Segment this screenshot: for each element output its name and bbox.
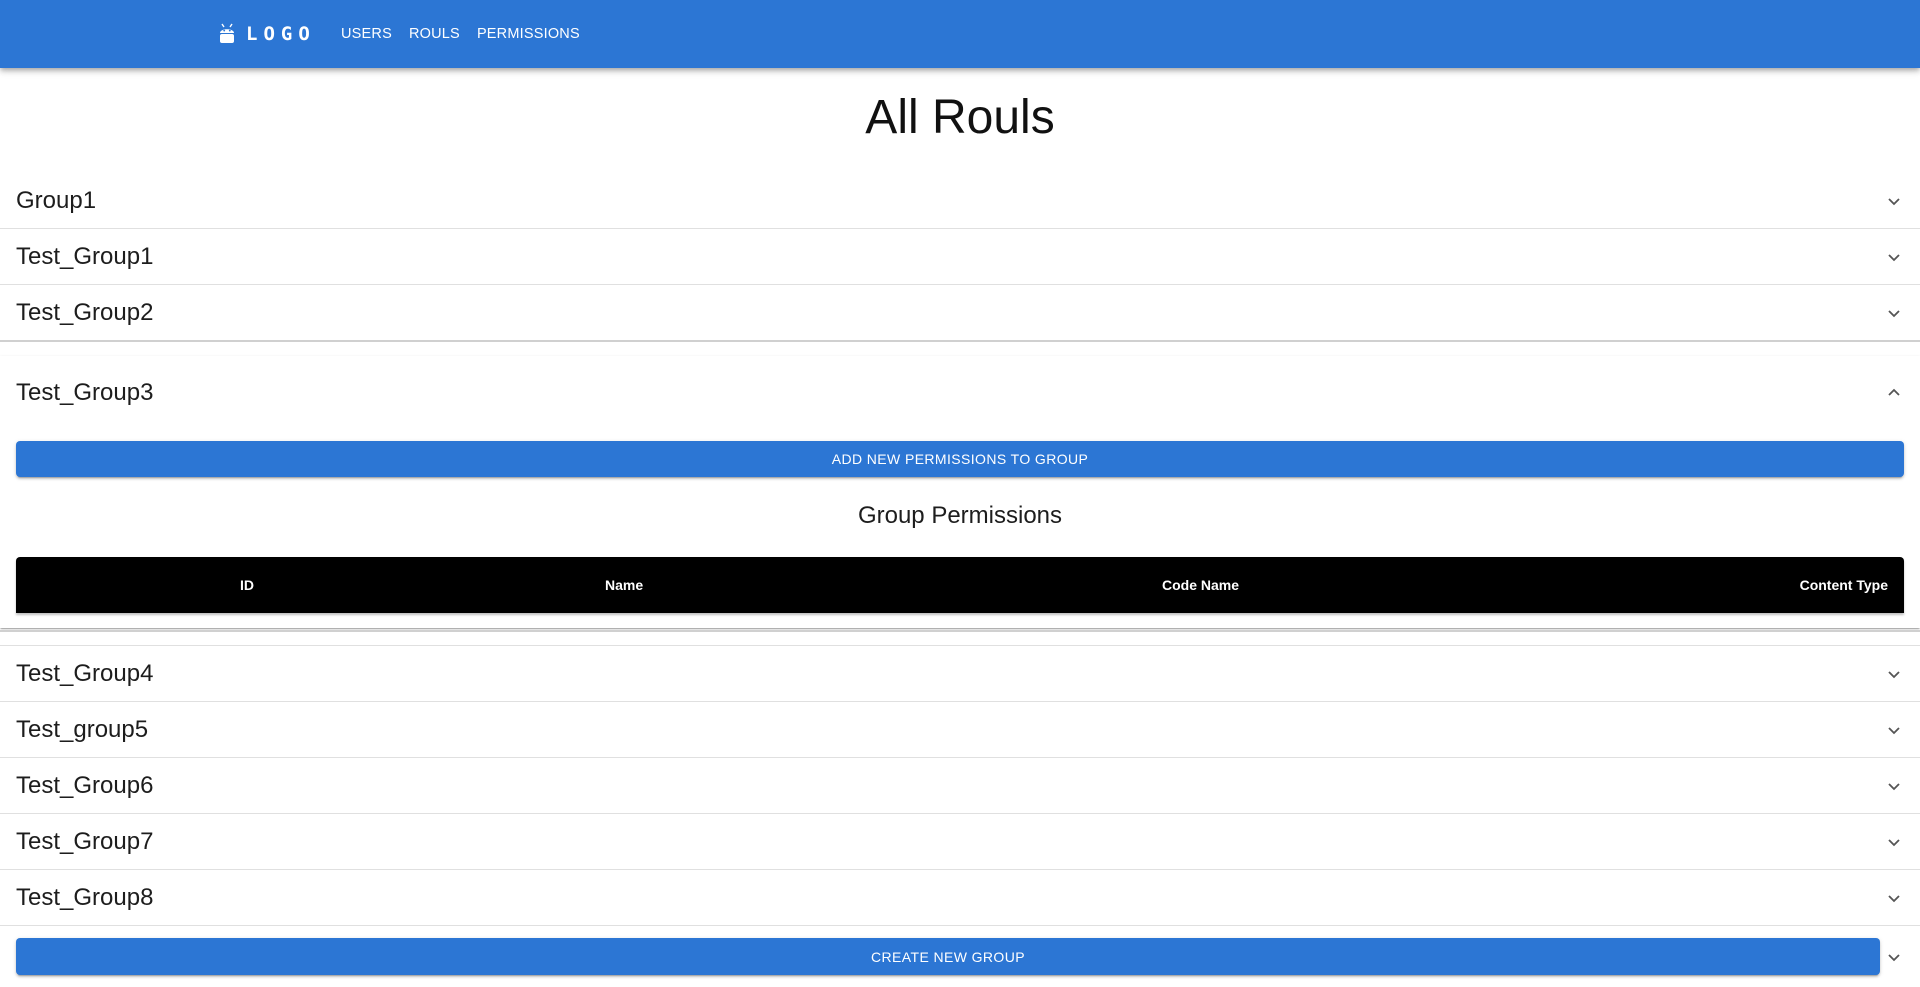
nav-rouls[interactable]: ROULS bbox=[409, 26, 460, 42]
group-accordion[interactable]: Test_Group4 bbox=[0, 645, 1920, 701]
group-accordion[interactable]: Test_Group8 bbox=[0, 869, 1920, 925]
column-header-content-type[interactable]: Content Type bbox=[1800, 557, 1888, 613]
group-name: Test_Group4 bbox=[16, 659, 154, 687]
add-permissions-button[interactable]: ADD NEW PERMISSIONS TO GROUP bbox=[16, 441, 1904, 477]
group-name: Test_Group1 bbox=[16, 242, 154, 270]
group-name: Test_group5 bbox=[16, 715, 149, 743]
chevron-down-icon[interactable] bbox=[1886, 249, 1902, 265]
logo[interactable]: LOGO bbox=[219, 22, 316, 46]
accordion-header[interactable]: Test_Group2 bbox=[0, 285, 1920, 340]
chevron-down-icon[interactable] bbox=[1886, 890, 1902, 906]
column-header-code-name[interactable]: Code Name bbox=[1162, 557, 1239, 613]
group-name: Test_Group7 bbox=[16, 827, 154, 855]
chevron-down-icon[interactable] bbox=[1886, 193, 1902, 209]
group-name: Test_Group2 bbox=[16, 298, 154, 326]
group-accordion[interactable]: Group1 bbox=[0, 173, 1920, 228]
group-accordion[interactable]: Test_Group2 bbox=[0, 284, 1920, 340]
android-icon bbox=[219, 23, 235, 45]
chevron-down-icon[interactable] bbox=[1886, 305, 1902, 321]
accordion-divider bbox=[0, 630, 1920, 632]
chevron-down-icon[interactable] bbox=[1886, 778, 1902, 794]
accordion-header[interactable]: Test_Group6 bbox=[0, 758, 1920, 813]
accordion-header[interactable]: Test_group5 bbox=[0, 702, 1920, 757]
accordion-header[interactable]: Test_Group7 bbox=[0, 814, 1920, 869]
group-accordion[interactable]: Test_group5 bbox=[0, 701, 1920, 757]
group-name: Test_Group6 bbox=[16, 771, 154, 799]
group-accordion[interactable]: Test_Group6 bbox=[0, 757, 1920, 813]
accordion-divider bbox=[0, 340, 1920, 342]
permissions-table-header: ID Name Code Name Content Type bbox=[16, 557, 1904, 613]
chevron-down-icon[interactable] bbox=[1886, 722, 1902, 738]
accordion-header[interactable]: Test_Group4 bbox=[0, 646, 1920, 701]
group-name: Group1 bbox=[16, 186, 97, 214]
main-nav: USERS ROULS PERMISSIONS bbox=[341, 0, 597, 68]
logo-text: LOGO bbox=[246, 23, 316, 45]
group-accordion[interactable]: Test_Group1 bbox=[0, 228, 1920, 284]
create-new-group-button[interactable]: CREATE NEW GROUP bbox=[16, 938, 1880, 975]
group-permissions-title: Group Permissions bbox=[857, 502, 1063, 529]
page-title: All Rouls bbox=[865, 91, 1055, 144]
chevron-down-icon[interactable] bbox=[1886, 834, 1902, 850]
column-header-id[interactable]: ID bbox=[240, 557, 254, 613]
chevron-down-icon[interactable] bbox=[1886, 949, 1902, 965]
group-accordion[interactable]: Test_Group7 bbox=[0, 813, 1920, 869]
group-name: Test_Group3 bbox=[16, 379, 154, 406]
accordion-header[interactable]: Test_Group3 bbox=[0, 356, 1920, 430]
accordion-header[interactable]: Test_Group8 bbox=[0, 870, 1920, 925]
chevron-down-icon[interactable] bbox=[1886, 666, 1902, 682]
accordion-header[interactable]: Test_Group1 bbox=[0, 229, 1920, 284]
app-bar: LOGO USERS ROULS PERMISSIONS bbox=[0, 0, 1920, 68]
chevron-up-icon[interactable] bbox=[1886, 385, 1902, 401]
nav-permissions[interactable]: PERMISSIONS bbox=[477, 26, 580, 42]
column-header-name[interactable]: Name bbox=[605, 557, 643, 613]
nav-users[interactable]: USERS bbox=[341, 26, 392, 42]
accordion-header[interactable]: Group1 bbox=[0, 173, 1920, 228]
group-name: Test_Group8 bbox=[16, 883, 154, 911]
